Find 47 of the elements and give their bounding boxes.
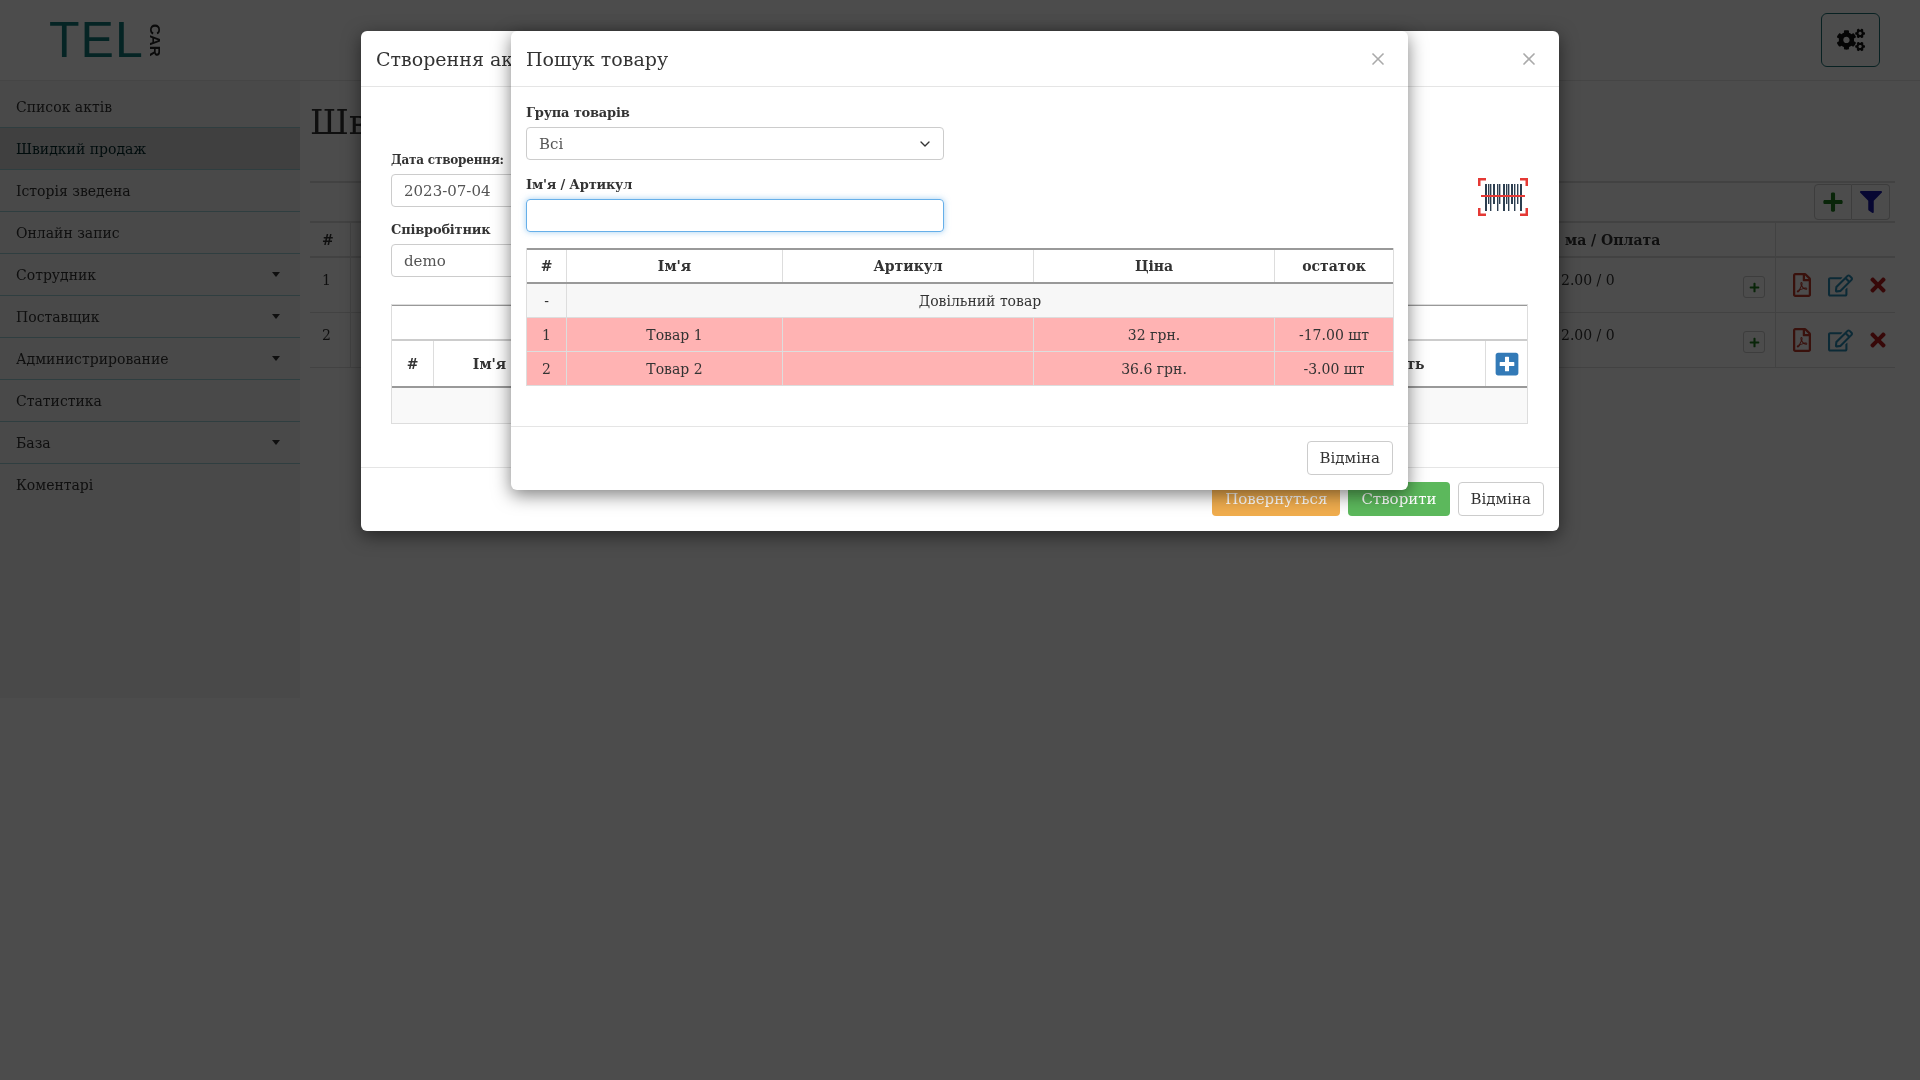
column-header: Артикул: [782, 250, 1033, 282]
table-cell: 2.00 / 0: [1561, 272, 1615, 288]
table-row[interactable]: 2 Товар 2 36.6 грн. -3.00 шт: [527, 352, 1393, 386]
group-select[interactable]: Всі: [526, 127, 944, 160]
table-cell-text: -: [543, 291, 550, 311]
table-cell-text: 2: [321, 326, 332, 343]
table-cell: -3.00 шт: [1274, 352, 1393, 385]
field-label: Група товарів: [526, 105, 631, 120]
sidebar-item-label: Історія зведена: [16, 182, 131, 199]
column-header: #: [539, 257, 554, 276]
table-cell: Товар 1: [566, 318, 782, 351]
sidebar-item-label: Поставщик: [16, 308, 100, 325]
sidebar-item-label: Швидкий продаж: [16, 140, 147, 157]
table-cell: 2.00 / 0: [1561, 327, 1615, 343]
barcode-scan-icon[interactable]: [1478, 178, 1528, 216]
field-label: Дата створення:: [391, 153, 505, 167]
sidebar-item-label: Коментарі: [16, 477, 94, 493]
sidebar-item-label: Статистика: [16, 392, 102, 409]
dialog-button[interactable]: Відміна: [1457, 482, 1544, 516]
table-cell: 36.6 грн.: [1033, 352, 1274, 385]
table-cell: Довільний товар: [566, 284, 1393, 317]
sidebar-item-label: Онлайн запис: [16, 224, 120, 241]
add-item-icon[interactable]: [1493, 350, 1520, 377]
logo-text: TEL: [49, 15, 144, 65]
column-header: ма / Оплата: [1564, 231, 1662, 248]
table-cell: Товар 2: [566, 352, 782, 385]
dialog-title: Створення ак: [376, 47, 514, 70]
table-row[interactable]: - Довільний товар: [527, 284, 1393, 318]
column-header: #: [321, 231, 335, 248]
logo-subtext: CAR: [146, 23, 164, 57]
column-header: остаток: [1274, 250, 1393, 282]
column-header: Ім'я: [566, 250, 782, 282]
field-label: Співробітник: [391, 222, 492, 237]
sidebar-item-label: Список актів: [16, 98, 113, 115]
sidebar-item-label: База: [16, 434, 51, 451]
column-header: Ціна: [1033, 250, 1274, 282]
table-cell: -17.00 шт: [1274, 318, 1393, 351]
sidebar-item-label: Администрирование: [16, 350, 169, 367]
table-cell-text: 1: [321, 271, 332, 288]
cancel-button[interactable]: Відміна: [1306, 441, 1393, 475]
sidebar-item-label: Сотрудник: [16, 266, 97, 283]
table-cell: 32 грн.: [1033, 318, 1274, 351]
search-field[interactable]: [526, 199, 944, 232]
field-label: Ім'я / Артикул: [526, 177, 634, 192]
column-header: #: [405, 354, 420, 374]
dialog-title: Пошук товару: [526, 47, 669, 70]
table-row[interactable]: 1 Товар 1 32 грн. -17.00 шт: [527, 318, 1393, 352]
